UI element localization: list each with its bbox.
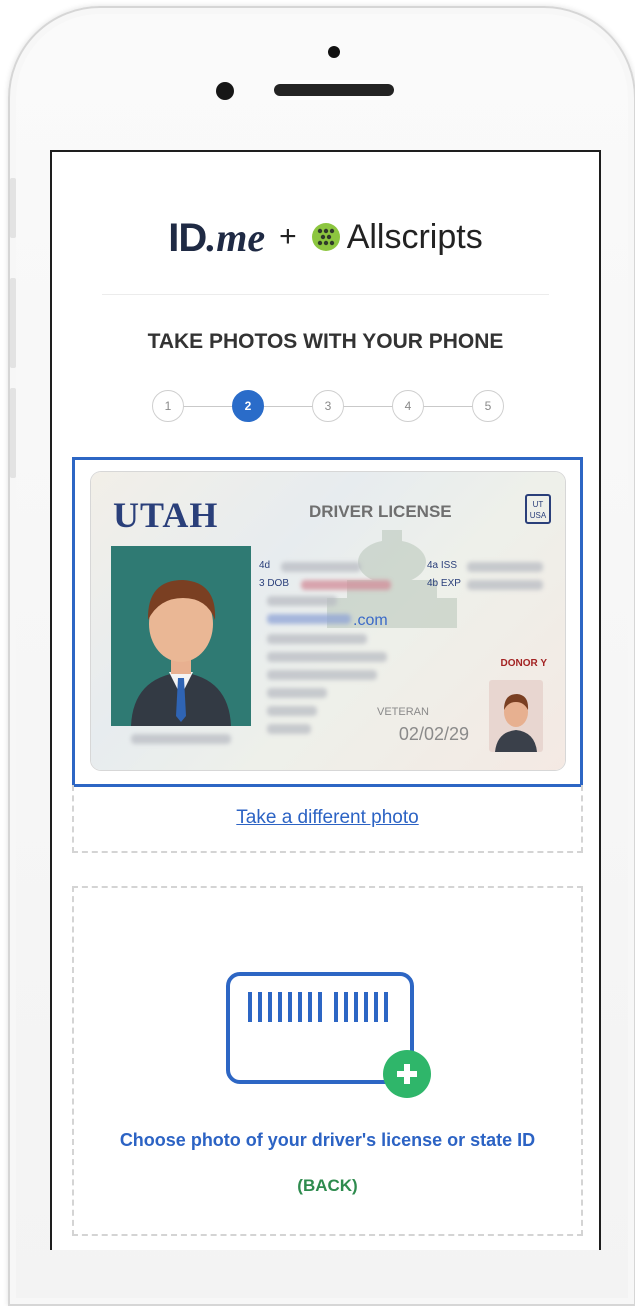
license-ghost-portrait (489, 680, 543, 752)
license-redacted-iss (467, 562, 543, 572)
license-field-iss: 4a ISS (427, 560, 458, 571)
step-3: 3 (312, 390, 344, 422)
portrait-person-icon (131, 580, 231, 726)
upload-back-dropzone[interactable]: Choose photo of your driver's license or… (72, 886, 583, 1236)
phone-camera (216, 82, 234, 100)
idme-logo: ID.me (168, 214, 266, 260)
license-redacted-address-2 (267, 652, 387, 662)
upload-side-label: (BACK) (297, 1176, 358, 1195)
take-different-photo-link[interactable]: Take a different photo (74, 807, 581, 829)
brand-separator: + (279, 220, 297, 253)
allscripts-wordmark: Allscripts (346, 217, 483, 256)
license-veteran: VETERAN (377, 706, 429, 718)
license-redacted-name (267, 596, 337, 606)
license-web-text: .com (353, 612, 388, 629)
id-back-barcode-icon (226, 972, 431, 1098)
phone-side-button (10, 178, 16, 238)
license-redacted-address-1 (267, 634, 367, 644)
license-redacted-height (267, 706, 317, 716)
phone-speaker (274, 84, 394, 96)
allscripts-logo: Allscripts (311, 218, 483, 257)
phone-screen: ID.me + Allscripts TAKE PHOTOS WITH YOUR… (50, 150, 601, 1250)
license-redacted-weight (267, 724, 311, 734)
phone-volume-down (10, 388, 16, 478)
header-divider (102, 294, 549, 295)
allscripts-mark-icon (311, 223, 340, 251)
license-redacted-dob (301, 580, 391, 590)
license-field-4d: 4d (259, 560, 271, 571)
step-5: 5 (472, 390, 504, 422)
step-4: 4 (392, 390, 424, 422)
license-redacted-number (281, 562, 361, 572)
license-redacted-exp (467, 580, 543, 590)
upload-prompt: Choose photo of your driver's license or… (119, 1130, 536, 1150)
progress-stepper: 1 2 3 4 5 (152, 390, 504, 424)
license-redacted-signature (131, 734, 231, 744)
license-exp-date: 02/02/29 (398, 724, 469, 744)
page-title: TAKE PHOTOS WITH YOUR PHONE (147, 330, 504, 353)
retake-area: Take a different photo (72, 785, 583, 853)
ghost-person-icon (495, 694, 537, 752)
brand-header: ID.me + Allscripts (52, 212, 599, 262)
license-field-dob: 3 DOB (259, 578, 290, 589)
license-donor: DONOR Y (500, 658, 548, 669)
license-field-exp: 4b EXP (427, 578, 461, 589)
license-portrait (111, 546, 251, 726)
license-type: DRIVER LICENSE (309, 502, 452, 521)
phone-sensor (328, 46, 340, 58)
license-redacted-web (267, 614, 351, 624)
license-redacted-class (267, 688, 327, 698)
license-state: UTAH (113, 495, 219, 535)
step-1: 1 (152, 390, 184, 422)
license-badge: UT USA (525, 494, 551, 524)
license-front-preview[interactable]: UTAH DRIVER LICENSE UT USA 4d 3 DOB 4a I… (72, 457, 583, 787)
phone-volume-up (10, 278, 16, 368)
license-redacted-address-3 (267, 670, 377, 680)
license-image: UTAH DRIVER LICENSE UT USA 4d 3 DOB 4a I… (91, 472, 565, 770)
step-2-active: 2 (232, 390, 264, 422)
